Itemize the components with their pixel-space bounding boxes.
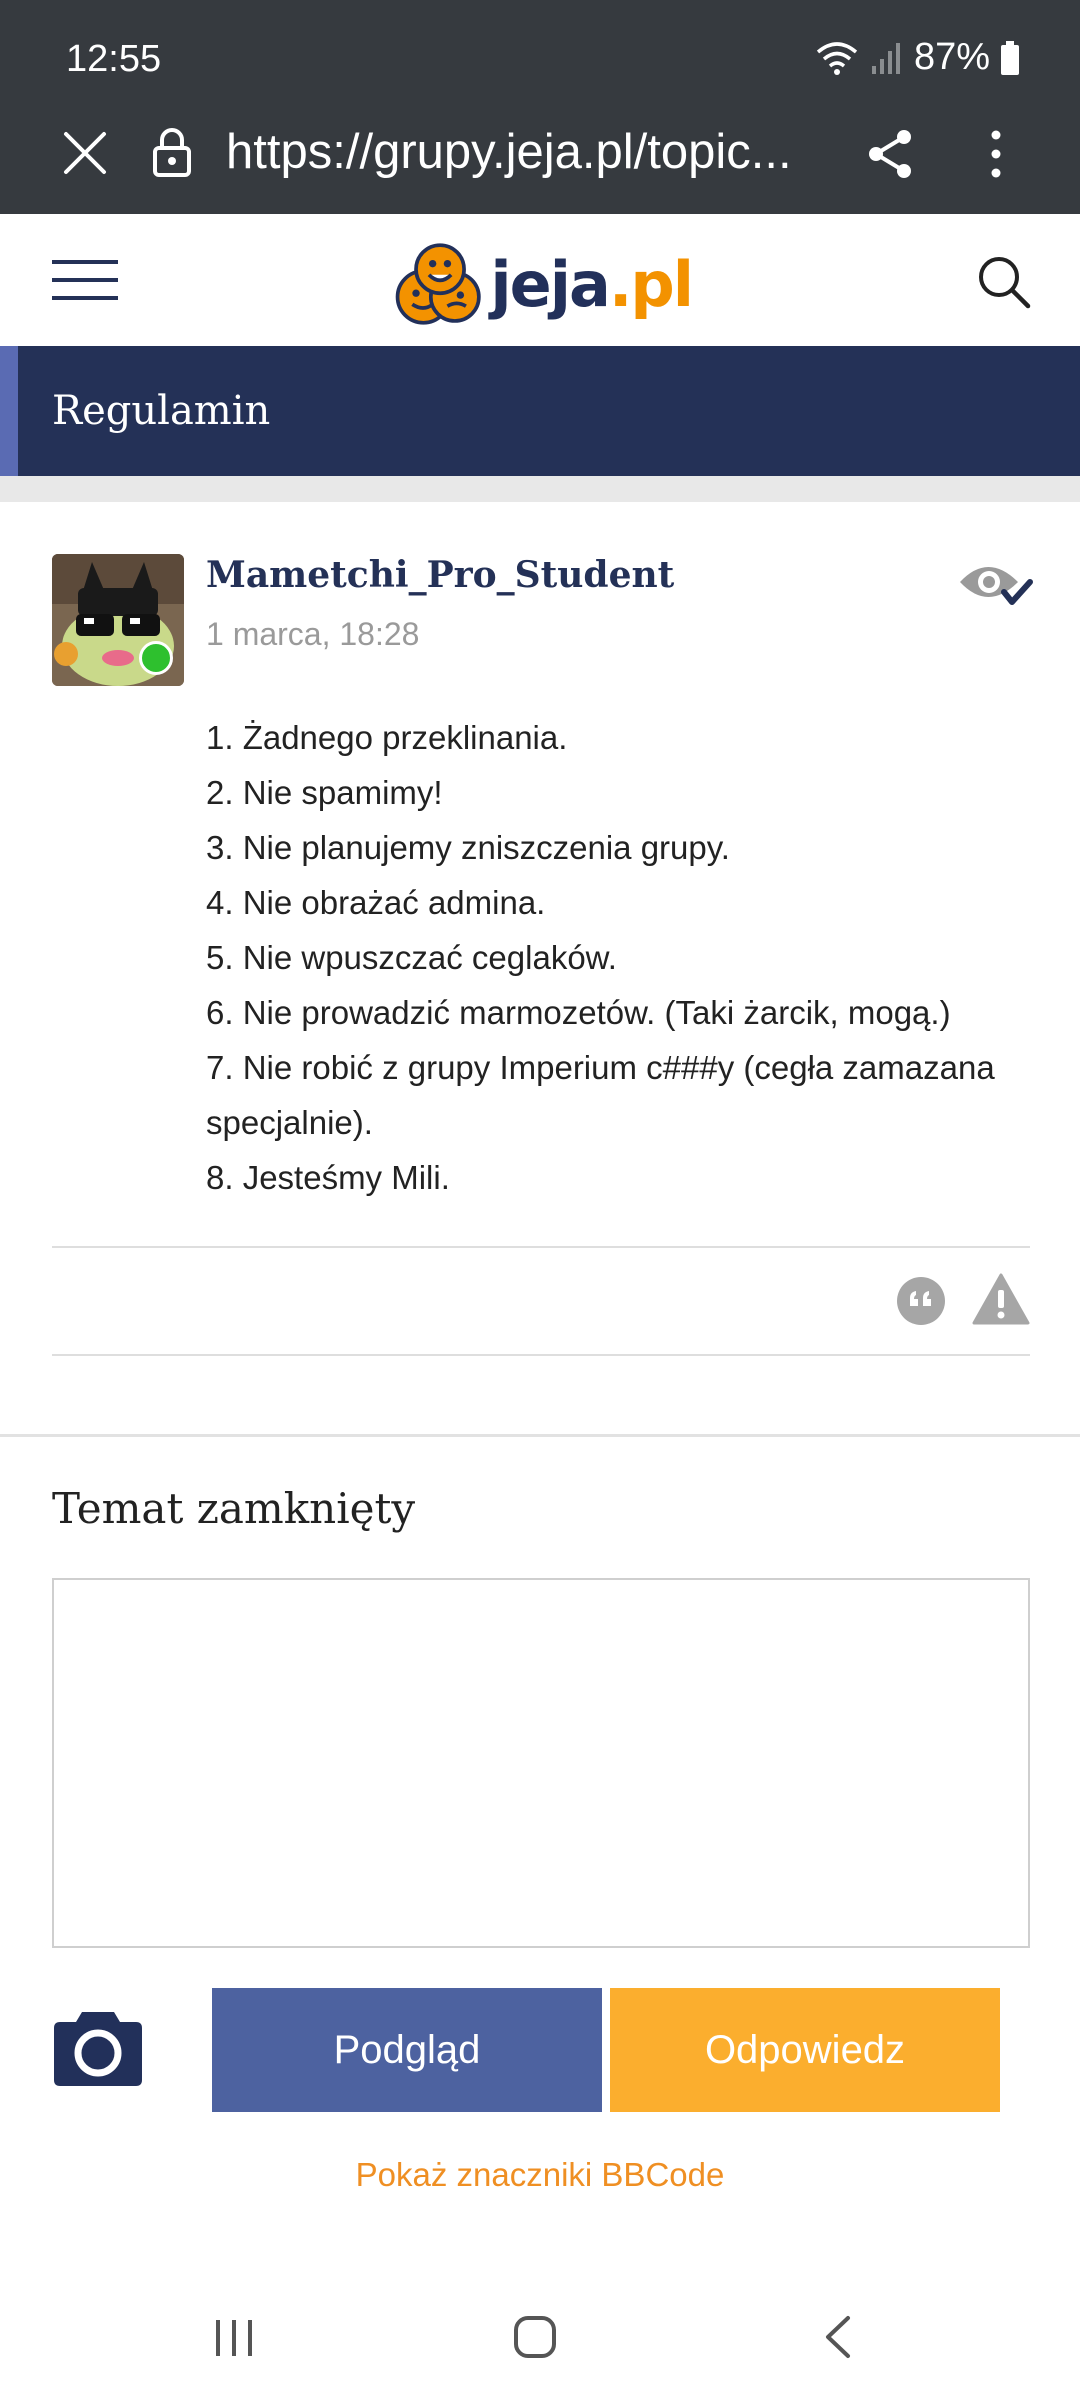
topic-title-bar: Regulamin <box>0 346 1080 476</box>
battery-icon <box>1001 40 1019 75</box>
header-separator <box>0 476 1080 502</box>
post-date: 1 marca, 18:28 <box>206 616 420 652</box>
post-content: 1. Żadnego przeklinania. 2. Nie spamimy!… <box>206 710 1026 1205</box>
post-line: 6. Nie prowadzić marmozetów. (Taki żarci… <box>206 994 951 1031</box>
system-nav-bar <box>0 2290 1080 2400</box>
eye-check-icon[interactable] <box>958 556 1034 612</box>
warning-icon[interactable] <box>972 1272 1030 1326</box>
post-line: 4. Nie obrażać admina. <box>206 884 546 921</box>
url-field[interactable]: https://grupy.jeja.pl/topic... <box>226 122 826 182</box>
battery-percent: 87% <box>913 36 990 78</box>
close-icon[interactable] <box>62 130 108 176</box>
site-header: jeja.pl <box>0 214 1080 346</box>
search-icon[interactable] <box>976 254 1032 310</box>
post-divider-top <box>52 1246 1030 1248</box>
post-divider-bottom <box>52 1354 1030 1356</box>
camera-icon[interactable] <box>52 2006 144 2088</box>
status-time: 12:55 <box>66 38 162 80</box>
reply-button[interactable]: Odpowiedz <box>610 1988 1000 2112</box>
post-author[interactable]: Mametchi_Pro_Student <box>206 554 674 596</box>
section-separator <box>0 1434 1080 1437</box>
topic-title: Regulamin <box>52 388 271 434</box>
logo-faces-icon <box>395 243 481 325</box>
post-line: 8. Jesteśmy Mili. <box>206 1159 450 1196</box>
logo-text-main: jeja <box>490 247 610 321</box>
post-line: 3. Nie planujemy zniszczenia grupy. <box>206 829 730 866</box>
quote-icon[interactable] <box>896 1276 946 1326</box>
more-vert-icon[interactable] <box>978 128 1014 180</box>
bbcode-link[interactable]: Pokaż znaczniki BBCode <box>0 2156 1080 2194</box>
post-line: 7. Nie robić z grupy Imperium c###y (ceg… <box>206 1049 995 1141</box>
logo-text: jeja.pl <box>490 247 694 321</box>
post-line: 1. Żadnego przeklinania. <box>206 719 568 756</box>
status-icons: 87% <box>814 36 1020 79</box>
site-logo[interactable]: jeja.pl <box>392 236 694 332</box>
online-status-dot <box>139 641 173 675</box>
post-line: 2. Nie spamimy! <box>206 774 443 811</box>
lock-icon[interactable] <box>152 126 192 178</box>
post-actions <box>0 1266 1080 1348</box>
signal-icon <box>871 42 900 74</box>
post-line: 5. Nie wpuszczać ceglaków. <box>206 939 617 976</box>
wifi-icon <box>816 41 858 75</box>
logo-text-domain: .pl <box>608 247 694 321</box>
back-icon[interactable] <box>822 2314 852 2360</box>
recent-apps-icon[interactable] <box>212 2316 256 2360</box>
browser-toolbar: https://grupy.jeja.pl/topic... <box>0 122 1080 214</box>
share-icon[interactable] <box>866 128 916 180</box>
status-bar: 12:55 87% <box>0 0 1080 122</box>
topic-closed-label: Temat zamknięty <box>52 1484 416 1533</box>
reply-textarea[interactable] <box>52 1578 1030 1948</box>
preview-button[interactable]: Podgląd <box>212 1988 602 2112</box>
hamburger-menu-icon[interactable] <box>52 260 118 300</box>
home-icon[interactable] <box>512 2314 558 2360</box>
